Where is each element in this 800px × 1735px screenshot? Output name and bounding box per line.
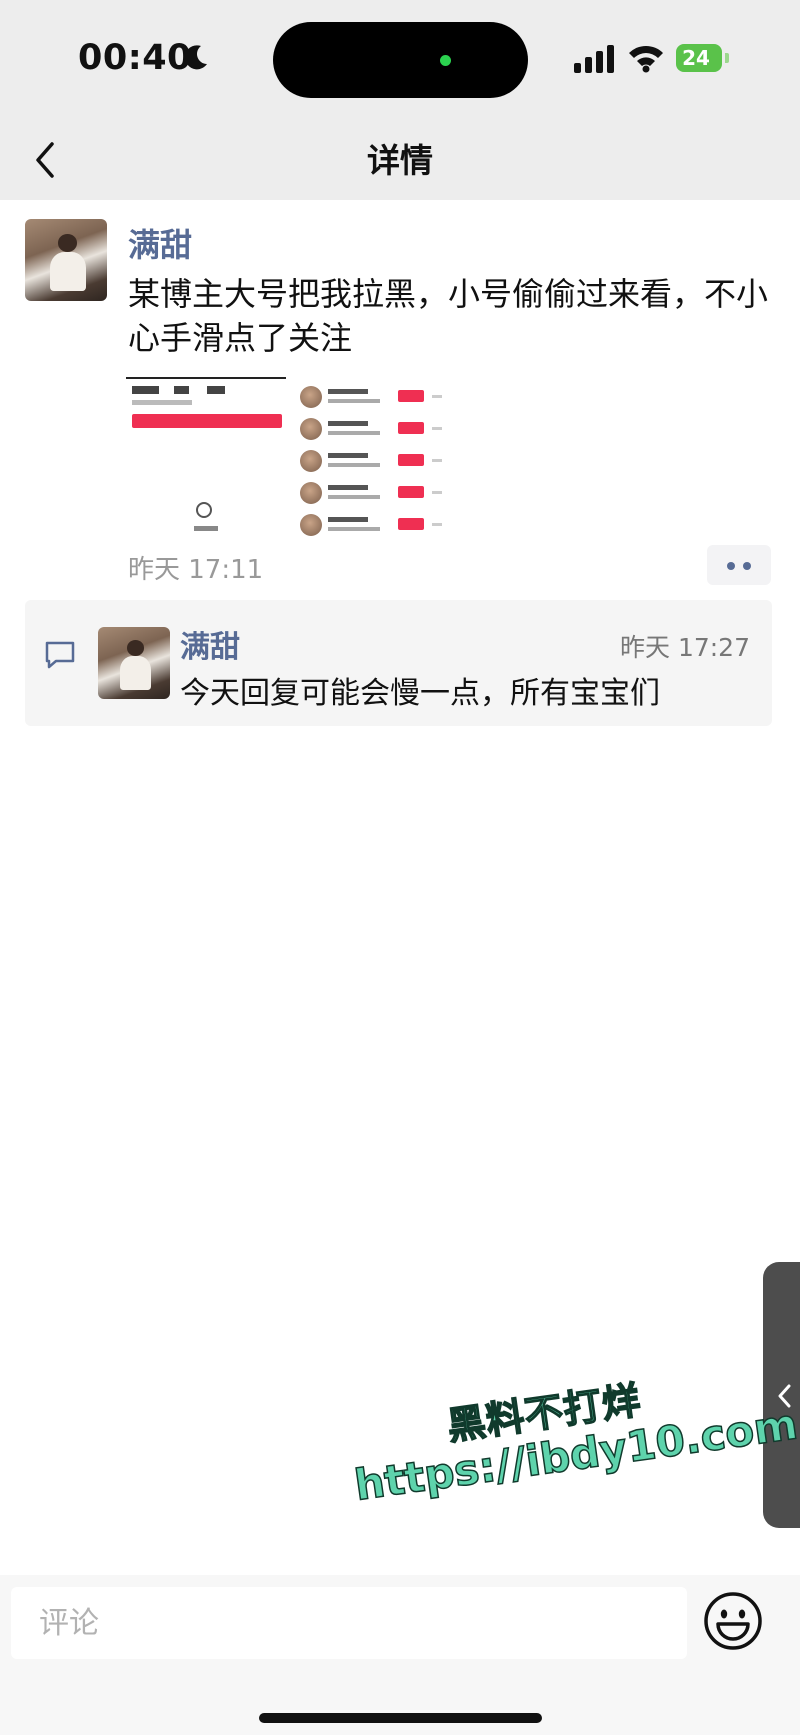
watermark: 黑料不打烊 https://ibdy10.com xyxy=(344,1351,800,1548)
home-indicator xyxy=(259,1713,542,1723)
battery-level: 24 xyxy=(682,46,710,70)
post-time: 昨天 17:11 xyxy=(128,555,264,585)
page-title: 详情 xyxy=(367,141,433,180)
wifi-icon xyxy=(629,45,663,73)
emoji-icon[interactable] xyxy=(703,1591,763,1651)
moon-icon xyxy=(185,45,207,70)
more-icon xyxy=(727,562,735,570)
comment-avatar[interactable] xyxy=(98,627,170,699)
comment-bar xyxy=(0,1575,800,1735)
comment-text[interactable]: 今天回复可能会慢一点，所有宝宝们 xyxy=(180,668,660,712)
battery-cap xyxy=(725,53,729,63)
post-image[interactable] xyxy=(126,376,454,538)
camera-indicator xyxy=(440,55,451,66)
post-author-name[interactable]: 满甜 xyxy=(128,220,192,266)
comment-input[interactable] xyxy=(11,1587,687,1659)
more-icon xyxy=(743,562,751,570)
comment-time: 昨天 17:27 xyxy=(620,633,750,662)
comment-list: 满甜 昨天 17:27 今天回复可能会慢一点，所有宝宝们 xyxy=(25,600,772,726)
author-avatar[interactable] xyxy=(25,219,107,301)
status-time: 00:40 xyxy=(78,38,192,78)
post-image-following-list xyxy=(298,376,454,538)
comment-icon xyxy=(45,641,75,669)
post-text: 某博主大号把我拉黑，小号偷偷过来看，不小心手滑点了关注 xyxy=(128,275,769,357)
dynamic-island xyxy=(273,22,528,98)
signal-icon xyxy=(574,45,614,73)
post-image-profile-screenshot xyxy=(126,376,286,538)
nav-bar: 详情 xyxy=(0,120,800,200)
more-button[interactable] xyxy=(707,545,771,585)
comment-author-name[interactable]: 满甜 xyxy=(180,622,240,666)
battery-icon: 24 xyxy=(676,44,722,72)
status-bar: 00:40 24 xyxy=(0,0,800,120)
